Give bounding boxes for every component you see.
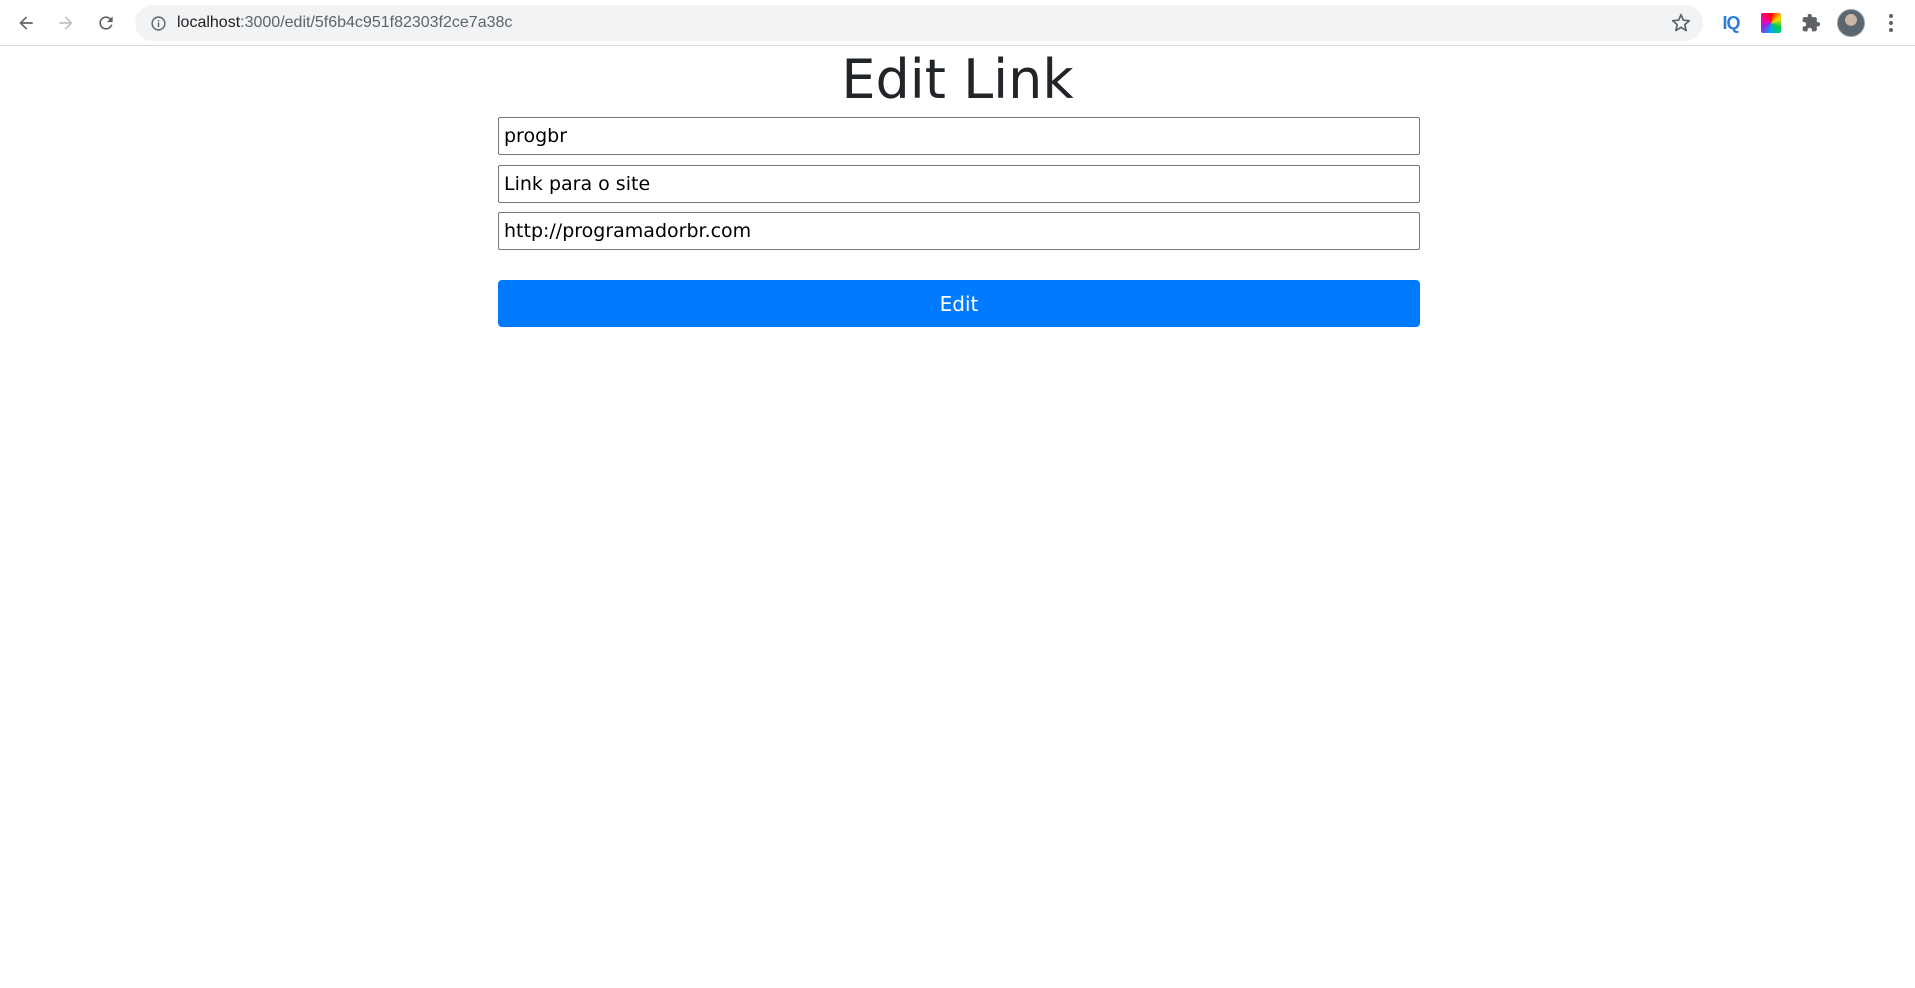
address-bar[interactable]: localhost:3000/edit/5f6b4c951f82303f2ce7… — [135, 5, 1703, 41]
iq-extension-icon[interactable]: IQ — [1717, 9, 1745, 37]
more-vertical-icon — [1889, 14, 1893, 32]
description-input[interactable] — [498, 165, 1420, 203]
profile-button[interactable] — [1837, 9, 1865, 37]
forward-button[interactable] — [50, 7, 82, 39]
extensions-puzzle-button[interactable] — [1797, 9, 1825, 37]
info-icon[interactable] — [149, 14, 167, 32]
arrow-right-icon — [59, 16, 73, 30]
puzzle-icon — [1802, 13, 1821, 32]
browser-toolbar: localhost:3000/edit/5f6b4c951f82303f2ce7… — [0, 0, 1915, 46]
arrow-left-icon — [19, 16, 33, 30]
color-picker-extension-icon[interactable] — [1757, 9, 1785, 37]
reload-button[interactable] — [90, 7, 122, 39]
browser-menu-button[interactable] — [1877, 9, 1905, 37]
reload-icon — [99, 16, 113, 30]
back-button[interactable] — [10, 7, 42, 39]
url-host: localhost — [177, 14, 241, 31]
url-path: :3000/edit/5f6b4c951f82303f2ce7a38c — [240, 14, 513, 31]
title-input[interactable] — [498, 117, 1420, 155]
color-square-icon — [1761, 13, 1781, 33]
bookmark-star-icon[interactable] — [1671, 13, 1691, 33]
iq-extension-label: IQ — [1722, 12, 1740, 33]
avatar — [1837, 9, 1865, 37]
url-input[interactable] — [498, 212, 1420, 250]
url-text[interactable]: localhost:3000/edit/5f6b4c951f82303f2ce7… — [177, 5, 512, 41]
edit-button[interactable]: Edit — [498, 280, 1420, 327]
page-title: Edit Link — [841, 48, 1074, 111]
